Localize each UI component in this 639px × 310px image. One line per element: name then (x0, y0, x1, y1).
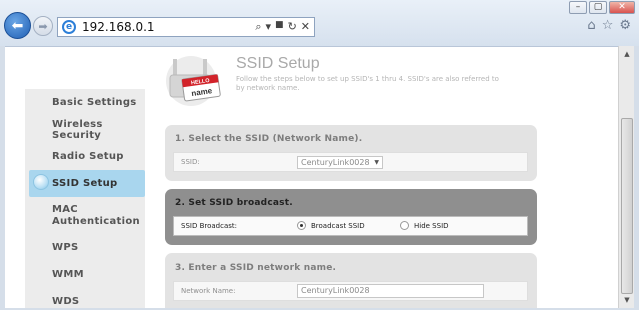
ssid-row: SSID: CenturyLink0028 ▼ (173, 152, 528, 172)
stop-icon[interactable]: ✕ (301, 20, 310, 34)
section-title: 3. Enter a SSID network name. (175, 263, 337, 273)
network-name-row: Network Name: CenturyLink0028 (173, 281, 528, 301)
radio-selected-icon (297, 221, 306, 230)
sidebar: Basic Settings Wireless Security Radio S… (25, 89, 145, 308)
minimize-button[interactable]: – (569, 1, 587, 14)
sidebar-item-wmm[interactable]: WMM (25, 261, 145, 288)
broadcast-ssid-label: Broadcast SSID (311, 221, 365, 230)
sidebar-item-basic-settings[interactable]: Basic Settings (25, 89, 145, 116)
sidebar-item-label: WDS (52, 296, 80, 307)
close-button[interactable]: ✕ (609, 1, 635, 14)
tab-strip (318, 14, 536, 40)
sidebar-item-ssid-setup[interactable]: SSID Setup (29, 170, 145, 197)
toolbar-icons: ⌂ ☆ ⚙ (587, 18, 631, 33)
sidebar-item-radio-setup[interactable]: Radio Setup (25, 143, 145, 170)
scroll-up-icon[interactable]: ▲ (621, 48, 633, 60)
sidebar-item-mac-authentication[interactable]: MAC Authentication (25, 197, 145, 234)
ssid-label: SSID: (181, 158, 200, 166)
sidebar-item-label: WPS (52, 242, 79, 253)
network-name-input[interactable]: CenturyLink0028 (297, 284, 484, 298)
scrollbar-thumb[interactable] (621, 118, 633, 294)
ie-page-icon: e (62, 20, 76, 34)
sidebar-item-label: MAC Authentication (52, 203, 140, 227)
address-bar[interactable]: e 192.168.0.1 ⌕ ▾ ■ ↻ ✕ (57, 17, 315, 37)
sidebar-item-label: Radio Setup (52, 151, 124, 162)
broadcast-label: SSID Broadcast: (181, 222, 237, 230)
sidebar-item-wps[interactable]: WPS (25, 234, 145, 261)
sidebar-item-wds[interactable]: WDS (25, 288, 145, 308)
broadcast-row: SSID Broadcast: Broadcast SSID Hide SSID (173, 216, 528, 236)
sidebar-item-label: Basic Settings (52, 97, 137, 108)
section-select-ssid: 1. Select the SSID (Network Name). SSID:… (165, 125, 537, 181)
ssid-select[interactable]: CenturyLink0028 ▼ (297, 156, 383, 169)
sidebar-item-label: WMM (52, 269, 84, 280)
page-description: Follow the steps below to set up SSID's … (236, 75, 499, 92)
lock-icon[interactable]: ■ (275, 20, 284, 34)
section-ssid-broadcast: 2. Set SSID broadcast. SSID Broadcast: B… (165, 189, 537, 245)
active-indicator-icon (33, 174, 49, 190)
sidebar-item-label: Wireless Security (52, 118, 103, 141)
arrow-left-icon: ⬅ (11, 17, 24, 34)
ssid-select-value: CenturyLink0028 (301, 158, 370, 167)
section-title: 2. Set SSID broadcast. (175, 198, 293, 208)
section-title: 1. Select the SSID (Network Name). (175, 134, 363, 144)
page-viewport: HELLO name SSID Setup Follow the steps b… (5, 46, 618, 308)
section-network-name: 3. Enter a SSID network name. Network Na… (165, 253, 537, 308)
back-button[interactable]: ⬅ (4, 12, 31, 39)
ssid-logo-icon: HELLO name (166, 56, 221, 106)
dropdown-icon[interactable]: ▾ (266, 20, 272, 34)
radio-unselected-icon (400, 221, 409, 230)
address-tools: ⌕ ▾ ■ ↻ ✕ (255, 20, 310, 34)
forward-button[interactable]: ➡ (33, 16, 53, 36)
search-icon[interactable]: ⌕ (255, 20, 261, 34)
page-title: SSID Setup (236, 55, 320, 72)
vertical-scrollbar[interactable]: ▲ ▼ (618, 46, 634, 308)
window-controls: – ▢ ✕ (569, 1, 635, 14)
arrow-right-icon: ➡ (38, 19, 48, 33)
refresh-icon[interactable]: ↻ (288, 20, 297, 34)
sidebar-item-wireless-security[interactable]: Wireless Security (25, 116, 145, 143)
network-name-label: Network Name: (181, 287, 236, 295)
url-text[interactable]: 192.168.0.1 (82, 20, 255, 34)
hide-ssid-radio[interactable]: Hide SSID (400, 221, 449, 230)
scroll-down-icon[interactable]: ▼ (621, 294, 633, 306)
favorites-icon[interactable]: ☆ (602, 18, 614, 33)
chevron-down-icon: ▼ (374, 159, 379, 166)
browser-chrome: – ▢ ✕ ⬅ ➡ e 192.168.0.1 ⌕ ▾ ■ ↻ ✕ ⌂ ☆ ⚙ (0, 0, 639, 46)
hide-ssid-label: Hide SSID (414, 221, 449, 230)
sidebar-item-label: SSID Setup (52, 178, 118, 189)
broadcast-ssid-radio[interactable]: Broadcast SSID (297, 221, 365, 230)
gear-icon[interactable]: ⚙ (619, 18, 631, 33)
home-icon[interactable]: ⌂ (587, 18, 595, 33)
restore-button[interactable]: ▢ (589, 1, 607, 14)
